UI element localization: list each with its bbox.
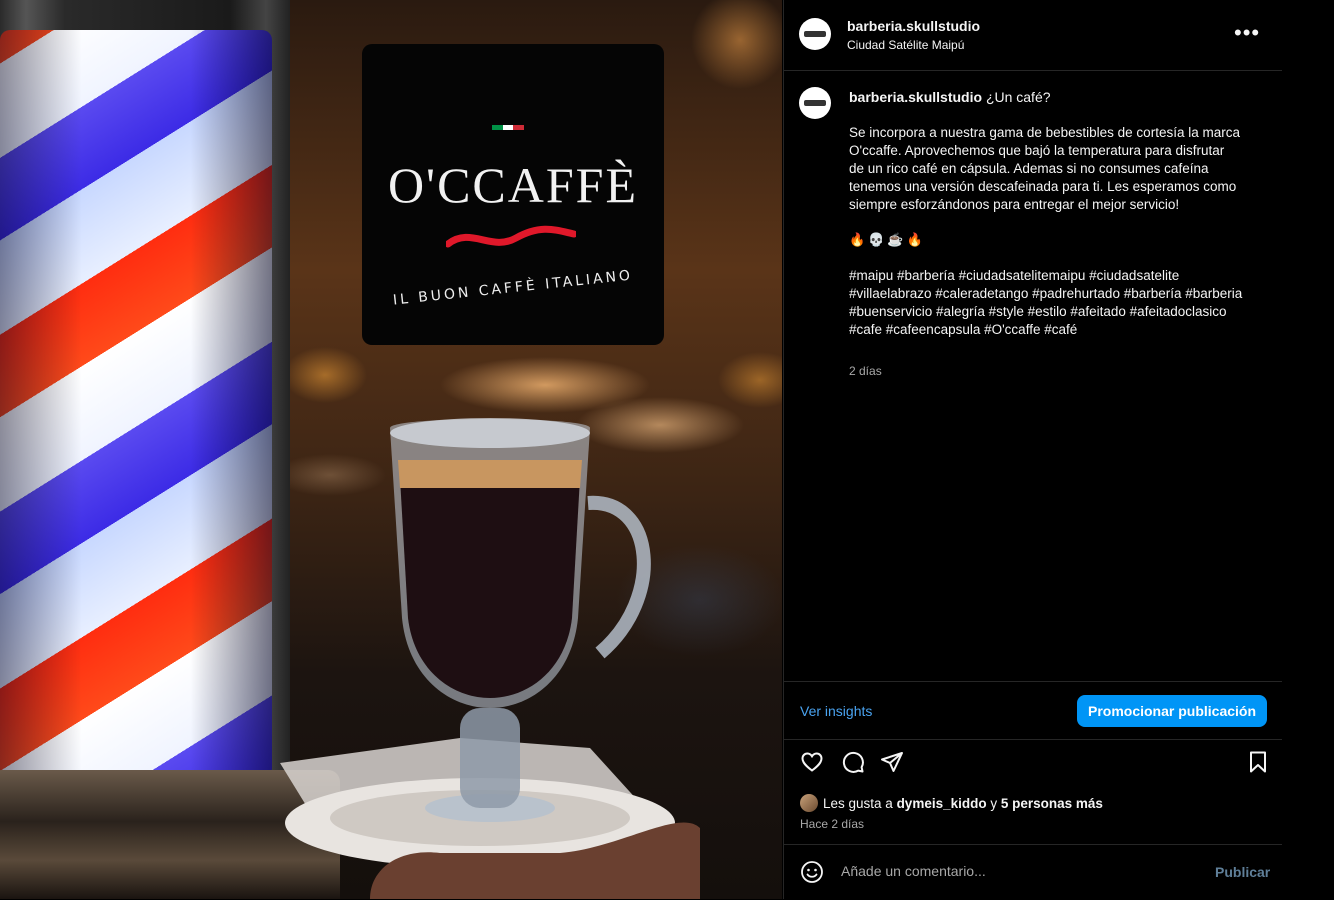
promote-post-button[interactable]: Promocionar publicación (1077, 695, 1267, 727)
save-bookmark-icon[interactable] (1246, 750, 1270, 774)
view-insights-link[interactable]: Ver insights (800, 703, 872, 719)
logo-tagline: IL BUON CAFFÈ ITALIANO (392, 267, 634, 309)
post-location[interactable]: Ciudad Satélite Maipú (847, 38, 964, 52)
barber-pole (0, 30, 272, 778)
caption-title: ¿Un café? (985, 89, 1051, 105)
account-avatar[interactable] (799, 18, 831, 50)
emoji-smiley-icon[interactable] (800, 860, 824, 884)
italian-flag-icon (492, 125, 525, 130)
more-options-icon[interactable]: ••• (1234, 22, 1260, 44)
logo-name: O'CCAFFÈ (387, 157, 639, 213)
avatar-logo (804, 100, 826, 106)
like-heart-icon[interactable] (800, 750, 824, 774)
share-send-icon[interactable] (880, 750, 904, 774)
comment-input[interactable] (839, 862, 1183, 880)
caption-hashtags[interactable]: #maipu #barbería #ciudadsatelitemaipu #c… (849, 267, 1259, 339)
comment-bar: Publicar (784, 844, 1282, 900)
account-username[interactable]: barberia.skullstudio (847, 18, 980, 34)
post-header: barberia.skullstudio Ciudad Satélite Mai… (784, 0, 1282, 71)
insights-bar: Ver insights Promocionar publicación (784, 681, 1282, 740)
liker-username[interactable]: dymeis_kiddo (897, 796, 987, 811)
post-detail-panel: barberia.skullstudio Ciudad Satélite Mai… (783, 0, 1282, 899)
post-image[interactable]: O'CCAFFÈ IL BUON CAFFÈ ITALIANO (0, 0, 782, 899)
flag-stripe-red (513, 125, 525, 130)
caption-username[interactable]: barberia.skullstudio (849, 89, 982, 105)
caption: barberia.skullstudio ¿Un café? Se incorp… (784, 71, 1282, 681)
caption-header: barberia.skullstudio ¿Un café? (849, 89, 1051, 105)
coffee-glass-illustration (280, 418, 700, 899)
liker-avatar[interactable] (800, 794, 818, 812)
likes-summary: Les gusta a dymeis_kiddo y 5 personas má… (800, 794, 1103, 812)
avatar-logo (804, 31, 826, 37)
flag-stripe-white (502, 125, 514, 130)
caption-time: 2 días (849, 364, 882, 378)
action-bar (784, 750, 1282, 780)
likes-conjunction: y (986, 795, 1001, 811)
brand-logo: O'CCAFFÈ IL BUON CAFFÈ ITALIANO (362, 44, 664, 345)
caption-avatar[interactable] (799, 87, 831, 119)
flag-stripe-green (492, 125, 503, 130)
publish-comment-button[interactable]: Publicar (1215, 864, 1270, 880)
likes-prefix: Les gusta a (823, 795, 897, 811)
logo-wave-icon (446, 225, 576, 248)
caption-emojis: 🔥💀☕🔥 (849, 232, 926, 247)
post-timestamp: Hace 2 días (800, 817, 865, 831)
likes-others-link[interactable]: 5 personas más (1001, 796, 1103, 811)
comment-bubble-icon[interactable] (841, 750, 865, 774)
caption-body: Se incorpora a nuestra gama de bebestibl… (849, 125, 1240, 212)
